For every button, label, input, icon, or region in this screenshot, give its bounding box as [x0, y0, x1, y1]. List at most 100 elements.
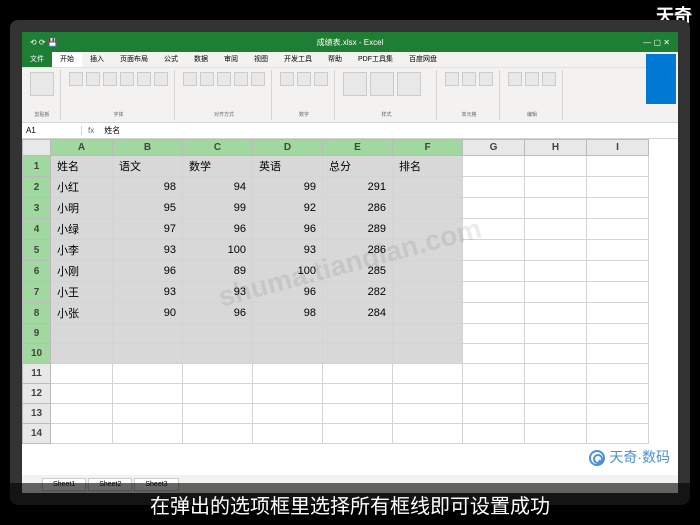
cell-B13[interactable]	[113, 404, 183, 424]
sort-icon[interactable]	[525, 72, 539, 86]
table-style-icon[interactable]	[370, 72, 394, 96]
row-header-9[interactable]: 9	[23, 324, 51, 344]
cell-F2[interactable]	[393, 177, 463, 198]
cell-I5[interactable]	[587, 240, 649, 261]
cell-C10[interactable]	[183, 344, 253, 364]
cell-G11[interactable]	[463, 364, 525, 384]
cell-D8[interactable]: 98	[253, 303, 323, 324]
signin-panel[interactable]	[646, 54, 676, 104]
cell-A6[interactable]: 小刚	[51, 261, 113, 282]
cell-H4[interactable]	[525, 219, 587, 240]
row-header-3[interactable]: 3	[23, 198, 51, 219]
name-box[interactable]: A1	[22, 126, 82, 135]
cell-D4[interactable]: 96	[253, 219, 323, 240]
cell-E14[interactable]	[323, 424, 393, 444]
fill-icon[interactable]	[137, 72, 151, 86]
tab-baidu[interactable]: 百度网盘	[401, 52, 445, 67]
align-left-icon[interactable]	[183, 72, 197, 86]
cell-I8[interactable]	[587, 303, 649, 324]
cell-C4[interactable]: 96	[183, 219, 253, 240]
percent-icon[interactable]	[297, 72, 311, 86]
tab-help[interactable]: 帮助	[320, 52, 350, 67]
cell-I13[interactable]	[587, 404, 649, 424]
cell-A7[interactable]: 小王	[51, 282, 113, 303]
cell-D2[interactable]: 99	[253, 177, 323, 198]
cell-H9[interactable]	[525, 324, 587, 344]
cell-F1[interactable]: 排名	[393, 156, 463, 177]
cell-I10[interactable]	[587, 344, 649, 364]
cell-B5[interactable]: 93	[113, 240, 183, 261]
row-header-10[interactable]: 10	[23, 344, 51, 364]
col-header-A[interactable]: A	[51, 140, 113, 156]
cell-I4[interactable]	[587, 219, 649, 240]
cell-F14[interactable]	[393, 424, 463, 444]
cell-A9[interactable]	[51, 324, 113, 344]
cell-H13[interactable]	[525, 404, 587, 424]
col-header-H[interactable]: H	[525, 140, 587, 156]
spreadsheet-grid[interactable]: ABCDEFGHI1姓名语文数学英语总分排名2小红9894992913小明959…	[22, 139, 678, 444]
cell-A2[interactable]: 小红	[51, 177, 113, 198]
tab-dev[interactable]: 开发工具	[276, 52, 320, 67]
cell-B1[interactable]: 语文	[113, 156, 183, 177]
tab-file[interactable]: 文件	[22, 52, 52, 67]
cell-D7[interactable]: 96	[253, 282, 323, 303]
tab-data[interactable]: 数据	[186, 52, 216, 67]
cell-E4[interactable]: 289	[323, 219, 393, 240]
cell-I3[interactable]	[587, 198, 649, 219]
paste-icon[interactable]	[30, 72, 54, 96]
cell-D3[interactable]: 92	[253, 198, 323, 219]
cell-G4[interactable]	[463, 219, 525, 240]
cell-F13[interactable]	[393, 404, 463, 424]
cell-B4[interactable]: 97	[113, 219, 183, 240]
cell-C5[interactable]: 100	[183, 240, 253, 261]
cell-C7[interactable]: 93	[183, 282, 253, 303]
bold-icon[interactable]	[69, 72, 83, 86]
cell-F11[interactable]	[393, 364, 463, 384]
delete-icon[interactable]	[462, 72, 476, 86]
font-color-icon[interactable]	[154, 72, 168, 86]
row-header-13[interactable]: 13	[23, 404, 51, 424]
row-header-11[interactable]: 11	[23, 364, 51, 384]
cell-E2[interactable]: 291	[323, 177, 393, 198]
italic-icon[interactable]	[86, 72, 100, 86]
cell-F3[interactable]	[393, 198, 463, 219]
cell-F9[interactable]	[393, 324, 463, 344]
cell-C9[interactable]	[183, 324, 253, 344]
cell-G10[interactable]	[463, 344, 525, 364]
cell-G5[interactable]	[463, 240, 525, 261]
select-all-corner[interactable]	[23, 140, 51, 156]
cell-E9[interactable]	[323, 324, 393, 344]
cell-A1[interactable]: 姓名	[51, 156, 113, 177]
cell-style-icon[interactable]	[397, 72, 421, 96]
cell-A8[interactable]: 小张	[51, 303, 113, 324]
cell-F12[interactable]	[393, 384, 463, 404]
cell-I7[interactable]	[587, 282, 649, 303]
formula-input[interactable]: 姓名	[100, 125, 678, 136]
cell-F4[interactable]	[393, 219, 463, 240]
cell-C14[interactable]	[183, 424, 253, 444]
cell-G6[interactable]	[463, 261, 525, 282]
cell-I1[interactable]	[587, 156, 649, 177]
window-controls[interactable]: — ▢ ✕	[643, 38, 670, 47]
cell-E10[interactable]	[323, 344, 393, 364]
cell-G3[interactable]	[463, 198, 525, 219]
cell-A13[interactable]	[51, 404, 113, 424]
tab-view[interactable]: 视图	[246, 52, 276, 67]
cell-D9[interactable]	[253, 324, 323, 344]
col-header-D[interactable]: D	[253, 140, 323, 156]
cell-I6[interactable]	[587, 261, 649, 282]
cell-G7[interactable]	[463, 282, 525, 303]
cell-B3[interactable]: 95	[113, 198, 183, 219]
cell-F6[interactable]	[393, 261, 463, 282]
cell-B14[interactable]	[113, 424, 183, 444]
cell-F7[interactable]	[393, 282, 463, 303]
cell-I12[interactable]	[587, 384, 649, 404]
cell-I9[interactable]	[587, 324, 649, 344]
cell-E13[interactable]	[323, 404, 393, 424]
cell-B11[interactable]	[113, 364, 183, 384]
cell-E8[interactable]: 284	[323, 303, 393, 324]
cell-C6[interactable]: 89	[183, 261, 253, 282]
underline-icon[interactable]	[103, 72, 117, 86]
cell-A14[interactable]	[51, 424, 113, 444]
col-header-B[interactable]: B	[113, 140, 183, 156]
